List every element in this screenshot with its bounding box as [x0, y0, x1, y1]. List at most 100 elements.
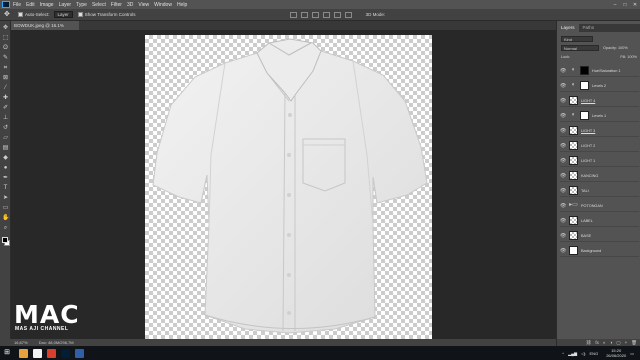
layer-row[interactable]: 👁 Background — [560, 245, 639, 257]
tab-layers[interactable]: Layers — [557, 24, 579, 32]
new-layer-icon[interactable]: + — [625, 340, 628, 345]
type-tool-icon[interactable]: T — [2, 185, 9, 192]
pen-tool-icon[interactable]: ✒ — [2, 175, 9, 182]
minimize-button[interactable]: – — [610, 2, 620, 8]
path-select-tool-icon[interactable]: ➤ — [2, 195, 9, 202]
link-layers-icon[interactable]: ⛓ — [586, 340, 592, 346]
foreground-color-swatch[interactable] — [2, 237, 8, 243]
brush-tool-icon[interactable]: ✐ — [2, 105, 9, 112]
visibility-eye-icon[interactable]: 👁 — [560, 248, 566, 254]
visibility-eye-icon[interactable]: 👁 — [560, 128, 566, 134]
layer-row[interactable]: 👁 LABEL — [560, 215, 639, 227]
clock[interactable]: 15:20 26/06/2020 — [602, 348, 626, 358]
align-middle-icon[interactable] — [333, 11, 341, 18]
layer-row[interactable]: 👁 LIGHT 2 — [560, 140, 639, 152]
menu-type[interactable]: Type — [76, 2, 87, 8]
move-tool-icon[interactable]: ✥ — [2, 25, 9, 32]
visibility-eye-icon[interactable]: 👁 — [560, 158, 566, 164]
visibility-eye-icon[interactable]: 👁 — [560, 203, 566, 209]
close-button[interactable]: ✕ — [630, 2, 640, 8]
align-top-icon[interactable] — [322, 11, 330, 18]
new-group-icon[interactable]: ▢ — [616, 340, 620, 346]
volume-icon[interactable]: ◁) — [581, 351, 585, 356]
layer-mask-thumbnail[interactable] — [580, 66, 589, 75]
gradient-tool-icon[interactable]: ▤ — [2, 145, 9, 152]
photoshop-taskbar-icon[interactable] — [61, 348, 70, 358]
history-brush-tool-icon[interactable]: ↺ — [2, 125, 9, 132]
zoom-tool-icon[interactable]: ⌕ — [2, 225, 9, 232]
canvas-workspace[interactable] — [11, 30, 556, 339]
visibility-eye-icon[interactable]: 👁 — [560, 143, 566, 149]
visibility-eye-icon[interactable]: 👁 — [560, 233, 566, 239]
dodge-tool-icon[interactable]: ● — [2, 165, 9, 172]
menu-filter[interactable]: Filter — [111, 2, 122, 8]
layer-row[interactable]: 👁 LIGHT 1 — [560, 155, 639, 167]
move-tool-icon[interactable]: ✥ — [4, 11, 12, 19]
browser-icon[interactable] — [33, 348, 42, 358]
menu-select[interactable]: Select — [92, 2, 106, 8]
layer-row[interactable]: 👁 LIGHT 4 — [560, 95, 639, 107]
marquee-tool-icon[interactable]: ⬚ — [2, 35, 9, 42]
layer-row[interactable]: 👁 TALI — [560, 185, 639, 197]
blur-tool-icon[interactable]: ◆ — [2, 155, 9, 162]
visibility-eye-icon[interactable]: 👁 — [560, 188, 566, 194]
windows-start-icon[interactable]: ⊞ — [0, 346, 14, 360]
layer-row[interactable]: 👁 ◐ Levels 1 — [560, 110, 639, 122]
word-taskbar-icon[interactable] — [75, 348, 84, 358]
visibility-eye-icon[interactable]: 👁 — [560, 83, 566, 89]
eyedropper-tool-icon[interactable]: ⁄ — [2, 85, 9, 92]
menu-layer[interactable]: Layer — [59, 2, 72, 8]
frame-tool-icon[interactable]: ⊠ — [2, 75, 9, 82]
layer-row[interactable]: 👁 ◐ Levels 2 — [560, 80, 639, 92]
zoom-level[interactable]: 16,67% — [14, 340, 28, 345]
eraser-tool-icon[interactable]: ▱ — [2, 135, 9, 142]
align-bottom-icon[interactable] — [344, 11, 352, 18]
menu-window[interactable]: Window — [154, 2, 172, 8]
visibility-eye-icon[interactable]: 👁 — [560, 218, 566, 224]
show-transform-checkbox[interactable] — [77, 12, 83, 17]
layer-style-icon[interactable]: fx — [595, 340, 599, 345]
menu-help[interactable]: Help — [177, 2, 187, 8]
layer-row[interactable]: 👁 ▸▭ POTONGAN — [560, 200, 639, 212]
opacity-label[interactable]: Opacity: 100% — [603, 46, 628, 50]
quick-select-tool-icon[interactable]: ✎ — [2, 55, 9, 62]
visibility-eye-icon[interactable]: 👁 — [560, 113, 566, 119]
menu-edit[interactable]: Edit — [26, 2, 35, 8]
notification-icon[interactable]: ▭ — [630, 351, 634, 356]
layer-row[interactable]: 👁 KANCING — [560, 170, 639, 182]
clone-stamp-tool-icon[interactable]: ⊥ — [2, 115, 9, 122]
menu-image[interactable]: Image — [40, 2, 54, 8]
network-icon[interactable]: ▂▄▆ — [568, 351, 577, 356]
visibility-eye-icon[interactable]: 👁 — [560, 68, 566, 74]
crop-tool-icon[interactable]: ⌗ — [2, 65, 9, 72]
layer-row[interactable]: 👁 ◐ Hue/Saturation 1 — [560, 65, 639, 77]
rectangle-tool-icon[interactable]: ▭ — [2, 205, 9, 212]
layer-mask-thumbnail[interactable] — [580, 81, 589, 90]
menu-view[interactable]: View — [138, 2, 149, 8]
file-explorer-icon[interactable] — [19, 348, 28, 358]
layer-row[interactable]: 👁 BASE — [560, 230, 639, 242]
chevron-up-icon[interactable]: ^ — [562, 351, 564, 356]
layer-kind-filter[interactable]: Kind — [561, 36, 593, 42]
menu-3d[interactable]: 3D — [127, 2, 133, 8]
auto-select-checkbox[interactable] — [18, 12, 23, 17]
align-left-icon[interactable] — [289, 11, 297, 18]
layer-row[interactable]: 👁 LIGHT 3 — [560, 125, 639, 137]
menu-file[interactable]: File — [13, 2, 21, 8]
hand-tool-icon[interactable]: ✋ — [2, 215, 9, 222]
healing-brush-tool-icon[interactable]: ✚ — [2, 95, 9, 102]
tab-paths[interactable]: Paths — [579, 24, 599, 32]
delete-layer-icon[interactable]: 🗑 — [631, 340, 637, 346]
app-icon[interactable] — [47, 348, 56, 358]
visibility-eye-icon[interactable]: 👁 — [560, 98, 566, 104]
visibility-eye-icon[interactable]: 👁 — [560, 173, 566, 179]
add-mask-icon[interactable]: ◐ — [603, 340, 606, 345]
auto-select-target-dropdown[interactable]: Layer — [53, 11, 73, 18]
fill-label[interactable]: Fill: 100% — [620, 55, 637, 59]
document-tab[interactable]: BOWDUK.jpeg @ 16.1% (RGB/8) *× — [11, 21, 79, 37]
language-indicator[interactable]: ENG — [590, 351, 599, 356]
adjustment-layer-icon[interactable]: ◑ — [610, 340, 613, 345]
align-right-icon[interactable] — [311, 11, 319, 18]
layer-mask-thumbnail[interactable] — [580, 111, 589, 120]
maximize-button[interactable]: □ — [620, 2, 630, 8]
